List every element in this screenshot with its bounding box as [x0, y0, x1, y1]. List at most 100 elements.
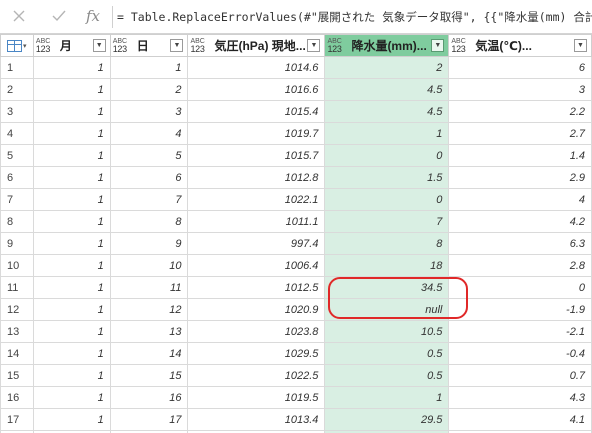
- table-cell[interactable]: 7: [109, 188, 189, 211]
- row-number[interactable]: 17: [0, 408, 34, 431]
- fx-button[interactable]: fx: [80, 4, 106, 28]
- dropdown-arrow-icon[interactable]: ▼: [431, 39, 445, 52]
- table-cell[interactable]: 1: [32, 364, 111, 387]
- row-number[interactable]: 15: [0, 364, 34, 387]
- table-cell[interactable]: 1016.6: [187, 78, 326, 101]
- type-any-icon[interactable]: ABC 123: [113, 38, 134, 54]
- table-cell[interactable]: 0.5: [324, 364, 450, 387]
- table-cell[interactable]: 1015.7: [187, 144, 326, 167]
- row-number[interactable]: 5: [0, 144, 34, 167]
- table-cell[interactable]: 34.5: [324, 276, 450, 299]
- table-cell[interactable]: 1014.6: [187, 56, 326, 79]
- formula-input[interactable]: = Table.ReplaceErrorValues(#"展開された 気象データ…: [117, 0, 592, 34]
- table-cell[interactable]: 1: [32, 210, 111, 233]
- table-cell[interactable]: 1: [32, 254, 111, 277]
- row-number[interactable]: 7: [0, 188, 34, 211]
- type-any-icon[interactable]: ABC 123: [36, 38, 57, 54]
- row-number[interactable]: 16: [0, 386, 34, 409]
- row-number[interactable]: 10: [0, 254, 34, 277]
- dropdown-arrow-icon[interactable]: ▼: [170, 39, 184, 52]
- table-cell[interactable]: 1019.5: [187, 386, 326, 409]
- table-cell[interactable]: 3: [448, 78, 592, 101]
- table-cell[interactable]: 1: [109, 56, 189, 79]
- table-cell[interactable]: 1: [32, 320, 111, 343]
- dropdown-arrow-icon[interactable]: ▼: [307, 39, 321, 52]
- column-header[interactable]: ABC 123 気圧(hPa) 現地... ▼: [187, 34, 326, 57]
- table-cell[interactable]: 9: [109, 232, 189, 255]
- table-cell[interactable]: 4.5: [324, 100, 450, 123]
- table-cell[interactable]: -0.4: [448, 342, 592, 365]
- table-cell[interactable]: 1: [32, 386, 111, 409]
- table-cell[interactable]: 1012.8: [187, 166, 326, 189]
- table-cell[interactable]: 17: [109, 408, 189, 431]
- table-cell[interactable]: 29.5: [324, 408, 450, 431]
- table-cell[interactable]: 4.5: [324, 78, 450, 101]
- table-cell[interactable]: 13: [109, 320, 189, 343]
- column-header[interactable]: ABC 123 月 ▼: [32, 34, 111, 57]
- table-cell[interactable]: 3: [109, 100, 189, 123]
- table-cell[interactable]: 14: [109, 342, 189, 365]
- table-cell[interactable]: 16: [109, 386, 189, 409]
- row-number[interactable]: 8: [0, 210, 34, 233]
- table-menu-button[interactable]: ▾: [0, 34, 34, 57]
- table-cell[interactable]: 1023.8: [187, 320, 326, 343]
- table-cell[interactable]: 0: [324, 188, 450, 211]
- table-cell[interactable]: 1: [32, 144, 111, 167]
- table-cell[interactable]: 1020.9: [187, 298, 326, 321]
- row-number[interactable]: 3: [0, 100, 34, 123]
- table-cell[interactable]: 1: [32, 122, 111, 145]
- table-cell[interactable]: 4: [109, 122, 189, 145]
- table-cell[interactable]: 1: [324, 386, 450, 409]
- table-cell[interactable]: 1: [32, 232, 111, 255]
- column-header[interactable]: ABC 123 日 ▼: [109, 34, 189, 57]
- table-cell[interactable]: 1: [32, 166, 111, 189]
- table-cell[interactable]: 1: [32, 100, 111, 123]
- table-cell[interactable]: 1: [32, 408, 111, 431]
- table-cell[interactable]: 10: [109, 254, 189, 277]
- table-cell[interactable]: 10.5: [324, 320, 450, 343]
- table-cell[interactable]: 2: [109, 78, 189, 101]
- table-cell[interactable]: 1011.1: [187, 210, 326, 233]
- table-cell[interactable]: null: [324, 298, 450, 321]
- table-cell[interactable]: 1: [32, 56, 111, 79]
- table-cell[interactable]: 1.5: [324, 166, 450, 189]
- type-any-icon[interactable]: ABC 123: [327, 38, 348, 54]
- row-number[interactable]: 13: [0, 320, 34, 343]
- table-cell[interactable]: 0: [324, 144, 450, 167]
- table-cell[interactable]: 6.3: [448, 232, 592, 255]
- table-cell[interactable]: 8: [324, 232, 450, 255]
- table-cell[interactable]: 0.5: [324, 342, 450, 365]
- table-cell[interactable]: 18: [324, 254, 450, 277]
- table-cell[interactable]: 5: [109, 144, 189, 167]
- row-number[interactable]: 2: [0, 78, 34, 101]
- table-cell[interactable]: -1.9: [448, 298, 592, 321]
- table-cell[interactable]: 1: [32, 78, 111, 101]
- table-cell[interactable]: 1: [32, 276, 111, 299]
- type-any-icon[interactable]: ABC 123: [190, 38, 211, 54]
- x-icon[interactable]: [6, 4, 32, 28]
- row-number[interactable]: 11: [0, 276, 34, 299]
- table-cell[interactable]: 6: [448, 56, 592, 79]
- table-cell[interactable]: 2.9: [448, 166, 592, 189]
- column-header[interactable]: ABC 123 降水量(mm)... ▼: [324, 34, 450, 57]
- table-cell[interactable]: 1022.5: [187, 364, 326, 387]
- row-number[interactable]: 9: [0, 232, 34, 255]
- row-number[interactable]: 14: [0, 342, 34, 365]
- table-cell[interactable]: 2.2: [448, 100, 592, 123]
- dropdown-arrow-icon[interactable]: ▼: [92, 39, 106, 52]
- table-cell[interactable]: 6: [109, 166, 189, 189]
- dropdown-arrow-icon[interactable]: ▼: [574, 39, 587, 52]
- table-cell[interactable]: 1006.4: [187, 254, 326, 277]
- row-number[interactable]: 4: [0, 122, 34, 145]
- table-cell[interactable]: 1012.5: [187, 276, 326, 299]
- type-any-icon[interactable]: ABC 123: [451, 38, 472, 54]
- table-cell[interactable]: 1022.1: [187, 188, 326, 211]
- table-cell[interactable]: 8: [109, 210, 189, 233]
- table-cell[interactable]: 1.4: [448, 144, 592, 167]
- table-cell[interactable]: 1029.5: [187, 342, 326, 365]
- table-cell[interactable]: 2.8: [448, 254, 592, 277]
- table-cell[interactable]: 12: [109, 298, 189, 321]
- row-number[interactable]: 1: [0, 56, 34, 79]
- table-cell[interactable]: 997.4: [187, 232, 326, 255]
- table-cell[interactable]: 1: [32, 298, 111, 321]
